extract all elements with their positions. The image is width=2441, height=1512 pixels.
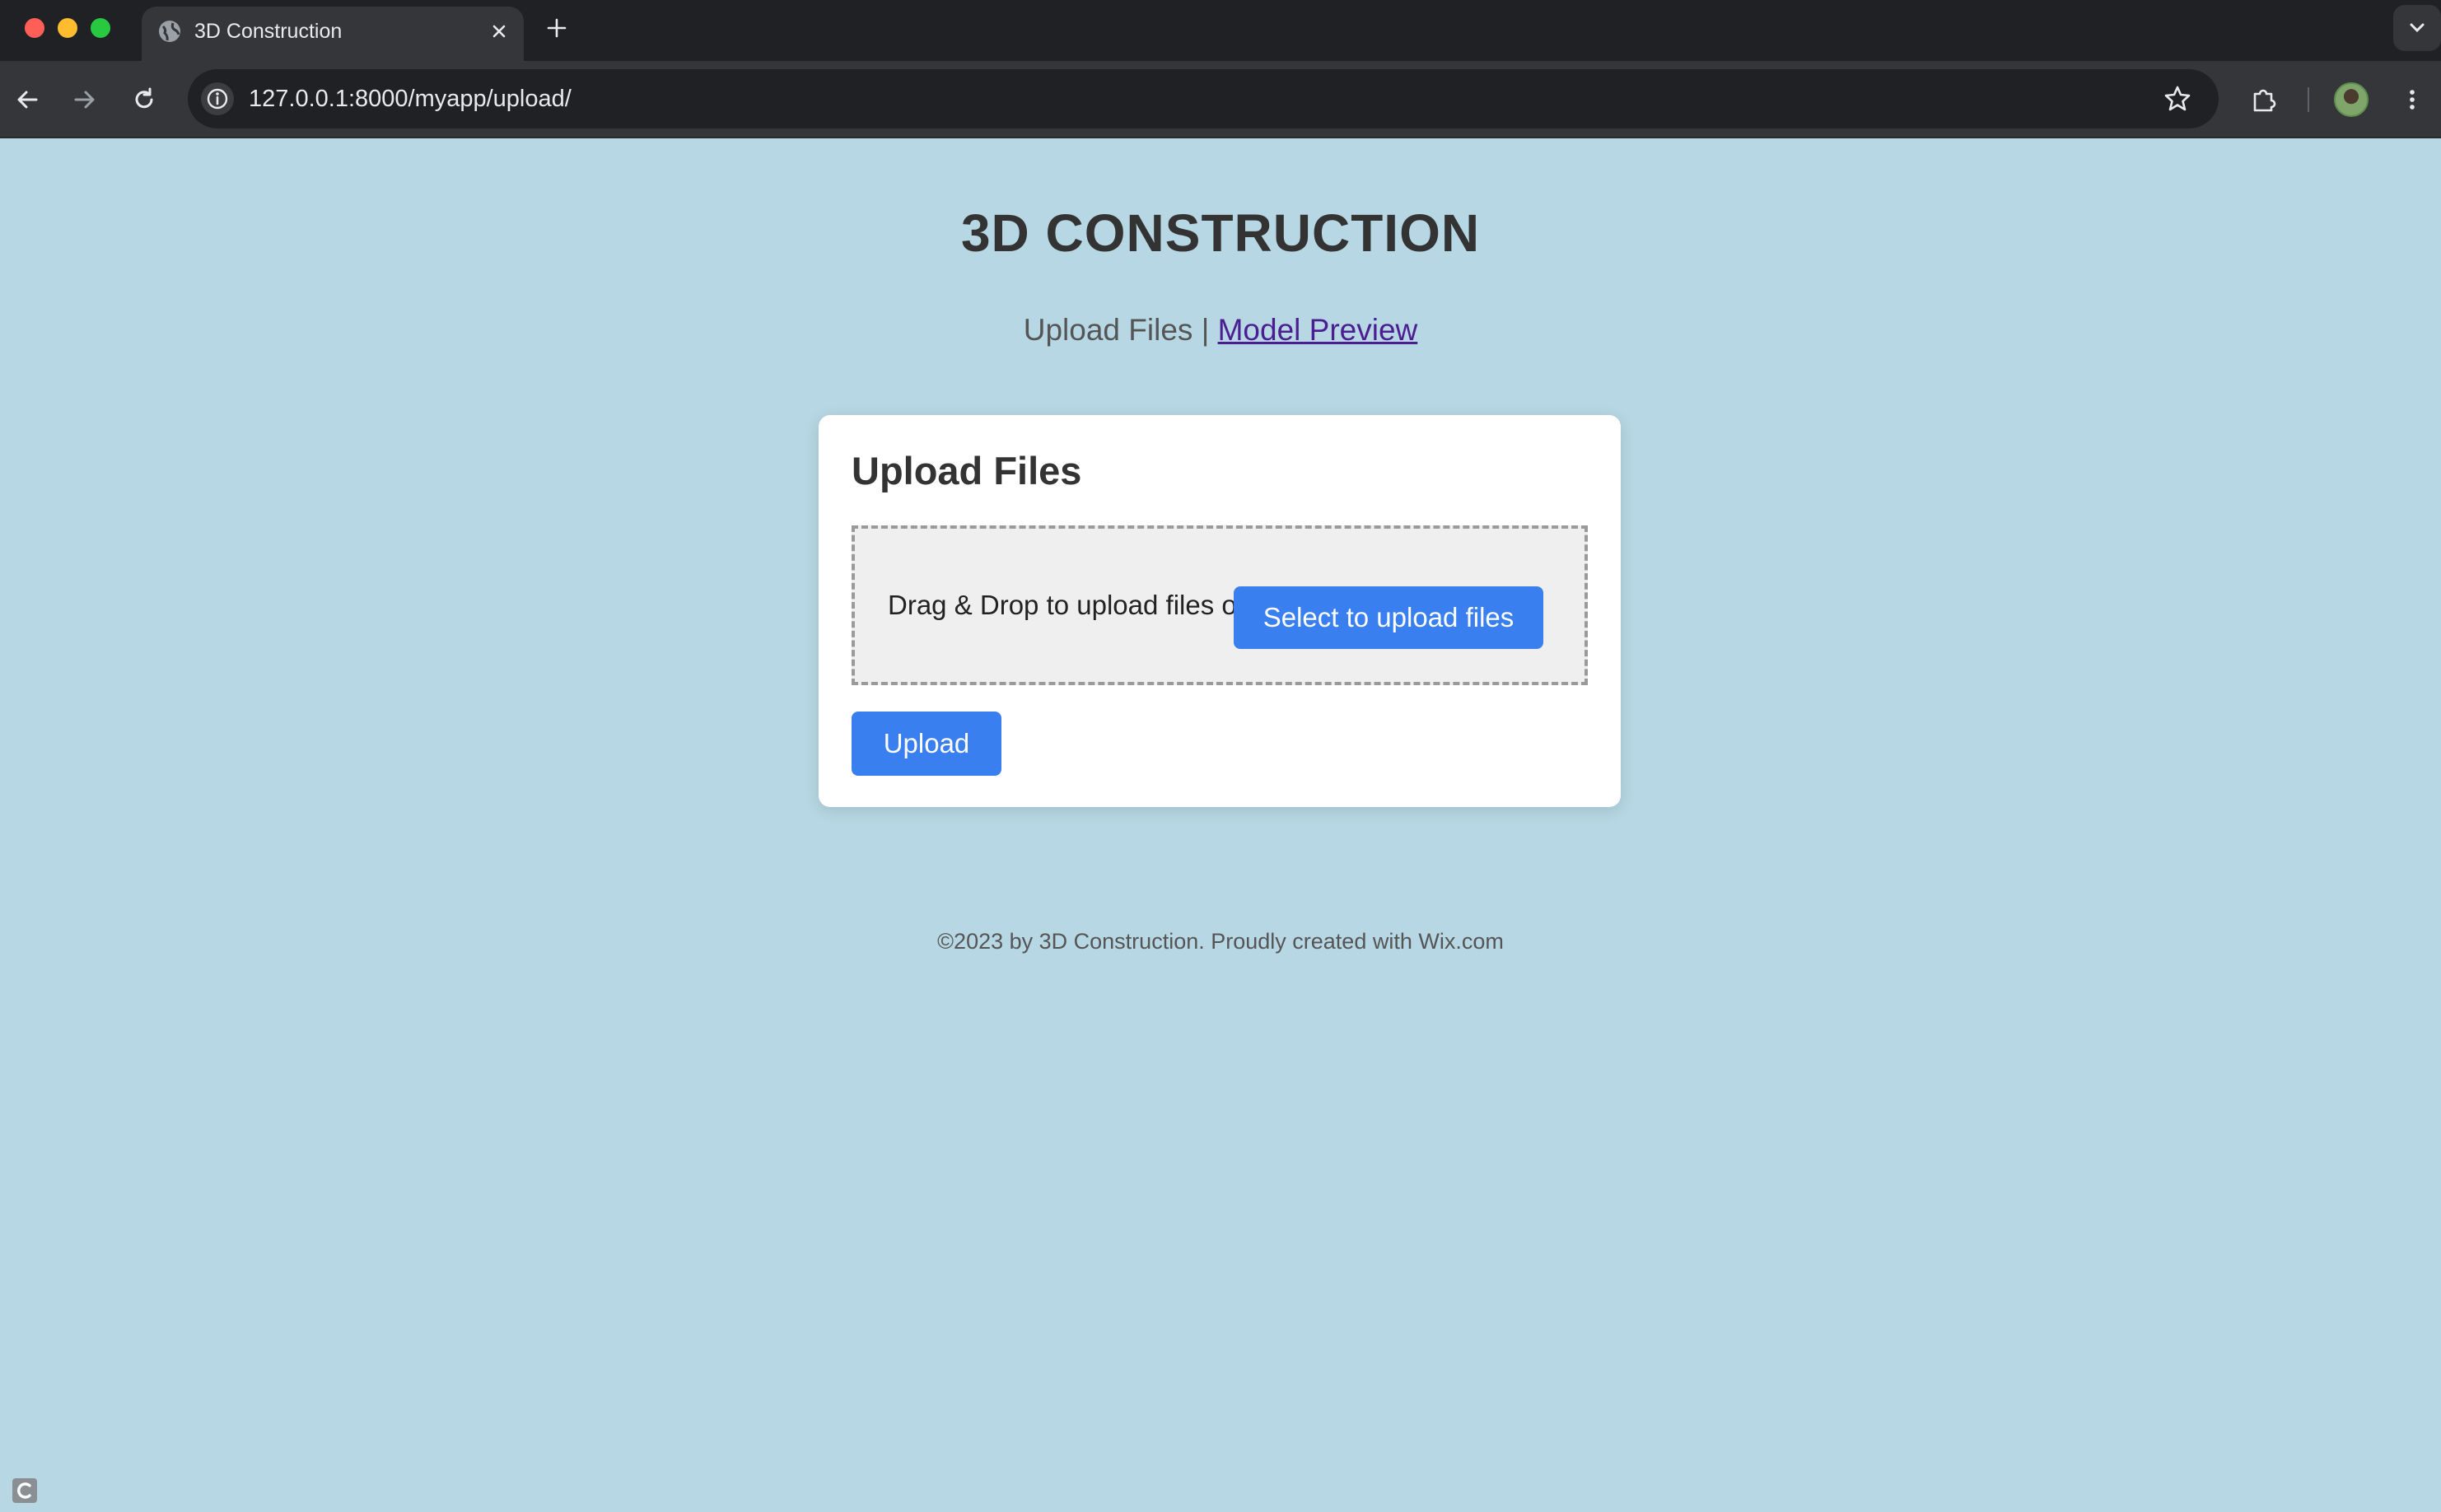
- globe-icon: [159, 21, 180, 42]
- close-icon[interactable]: [486, 18, 512, 44]
- browser-toolbar: 127.0.0.1:8000/myapp/upload/: [0, 61, 2441, 138]
- maximize-window-button[interactable]: [91, 18, 110, 38]
- more-vert-icon[interactable]: [2397, 84, 2428, 115]
- select-files-button[interactable]: Select to upload files: [1234, 586, 1543, 649]
- nav-current-upload-files: Upload Files: [1023, 313, 1193, 347]
- site-title: 3D CONSTRUCTION: [960, 203, 1481, 263]
- corner-c-icon: [12, 1478, 37, 1503]
- footer-text: ©2023 by 3D Construction. Proudly create…: [937, 929, 1504, 954]
- back-arrow-icon[interactable]: [12, 84, 43, 115]
- site-nav: Upload Files | Model Preview: [0, 313, 2441, 348]
- chevron-down-icon: [2410, 23, 2425, 33]
- star-icon[interactable]: [2161, 82, 2194, 115]
- forward-arrow-icon[interactable]: [69, 84, 100, 115]
- reload-icon[interactable]: [128, 84, 160, 115]
- file-dropzone[interactable]: Drag & Drop to upload files or Select to…: [852, 525, 1588, 685]
- close-window-button[interactable]: [25, 18, 44, 38]
- plus-icon[interactable]: [542, 13, 572, 43]
- address-bar[interactable]: 127.0.0.1:8000/myapp/upload/: [188, 69, 2219, 128]
- minimize-window-button[interactable]: [58, 18, 77, 38]
- extensions-icon[interactable]: [2248, 84, 2280, 115]
- avatar[interactable]: [2334, 82, 2369, 117]
- dropzone-text: Drag & Drop to upload files or: [888, 590, 1246, 620]
- card-title: Upload Files: [852, 449, 1082, 492]
- tab-search-button[interactable]: [2393, 5, 2441, 51]
- info-icon: [207, 88, 228, 110]
- nav-separator: |: [1201, 313, 1210, 347]
- site-info-button[interactable]: [201, 82, 234, 115]
- nav-link-model-preview[interactable]: Model Preview: [1218, 313, 1418, 347]
- upload-button[interactable]: Upload: [852, 712, 1001, 776]
- tab-title: 3D Construction: [194, 20, 343, 43]
- page-body: 3D CONSTRUCTION Upload Files | Model Pre…: [0, 138, 2441, 1512]
- browser-tab[interactable]: 3D Construction: [142, 7, 524, 61]
- browser-tab-bar: 3D Construction: [0, 0, 2441, 61]
- upload-card: Upload Files Drag & Drop to upload files…: [819, 415, 1621, 807]
- url-text[interactable]: 127.0.0.1:8000/myapp/upload/: [249, 84, 572, 114]
- toolbar-separator: [2308, 87, 2309, 112]
